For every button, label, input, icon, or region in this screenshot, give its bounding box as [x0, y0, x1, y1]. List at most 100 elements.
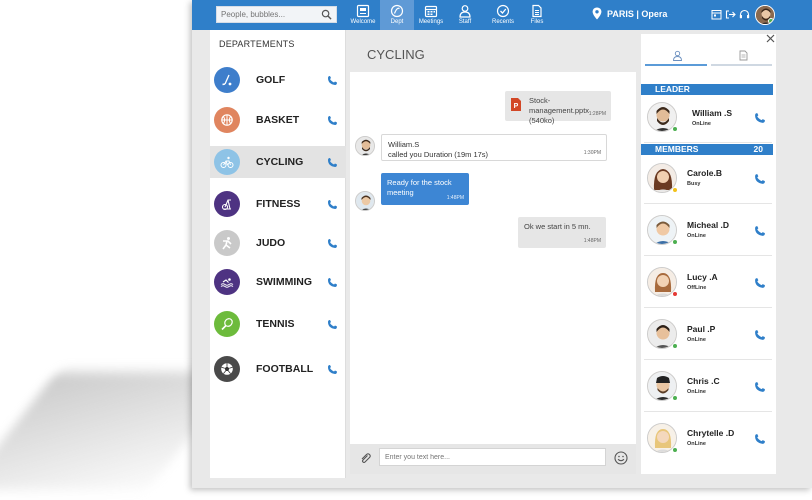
- phone-icon[interactable]: [327, 319, 338, 330]
- user-avatar[interactable]: [755, 5, 775, 25]
- nav-files[interactable]: Files: [520, 0, 554, 30]
- message-input[interactable]: [379, 448, 606, 466]
- member-lucy[interactable]: Lucy .A OffLine: [644, 260, 772, 308]
- phone-icon[interactable]: [327, 157, 338, 168]
- phone-icon[interactable]: [327, 199, 338, 210]
- search-icon[interactable]: [321, 9, 332, 20]
- dept-label-cycling: CYCLING: [256, 156, 304, 168]
- leader-section-header: LEADER: [641, 84, 773, 95]
- member-name: Lucy .A: [687, 272, 718, 282]
- emoji-icon[interactable]: [614, 451, 628, 465]
- message-incoming[interactable]: Ok we start in 5 mn. 1:48PM: [518, 217, 606, 248]
- staff-icon: [459, 5, 471, 18]
- phone-icon[interactable]: [754, 173, 766, 185]
- avatar: [355, 136, 375, 156]
- phone-icon[interactable]: [754, 381, 766, 393]
- message-call[interactable]: William.S called you Duration (19m 17s) …: [381, 134, 607, 161]
- members-panel: LEADER William .S OnLine MEMBERS 20 Caro…: [641, 34, 776, 474]
- cycling-icon: [214, 149, 240, 175]
- message-sender: William.S: [388, 140, 420, 149]
- phone-icon[interactable]: [754, 433, 766, 445]
- close-icon[interactable]: [766, 34, 775, 43]
- document-icon: [739, 50, 747, 61]
- welcome-icon: [356, 4, 370, 18]
- search-input[interactable]: [217, 7, 317, 22]
- nav-recents-label: Recents: [491, 19, 514, 25]
- dept-item-cycling[interactable]: CYCLING: [210, 146, 346, 178]
- nav-dept[interactable]: Dept: [380, 0, 414, 30]
- phone-icon[interactable]: [754, 225, 766, 237]
- nav-staff[interactable]: Staff: [448, 0, 482, 30]
- phone-icon[interactable]: [754, 112, 766, 124]
- chat-messages: P Stock-management.pptx (540ko) 1:28PM W…: [350, 72, 636, 444]
- members-section-header: MEMBERS 20: [641, 144, 773, 155]
- swimming-icon: [214, 269, 240, 295]
- member-carole[interactable]: Carole.B Busy: [644, 156, 772, 204]
- headset-icon[interactable]: [739, 9, 750, 20]
- status-dot: [672, 239, 678, 245]
- nav-welcome[interactable]: Welcome: [346, 0, 380, 30]
- status-dot: [672, 447, 678, 453]
- message-time: 1:30PM: [583, 150, 601, 156]
- user-icon: [672, 50, 682, 61]
- phone-icon[interactable]: [327, 277, 338, 288]
- powerpoint-file-icon: P: [511, 98, 521, 111]
- member-chris[interactable]: Chris .C OnLine: [644, 364, 772, 412]
- app-window: Welcome Dept Meetings Staff Recents File…: [192, 0, 812, 488]
- member-status: OnLine: [687, 441, 706, 447]
- nav-recents[interactable]: Recents: [486, 0, 520, 30]
- phone-icon[interactable]: [327, 115, 338, 126]
- dept-label-judo: JUDO: [256, 237, 286, 249]
- nav-welcome-label: Welcome: [350, 19, 376, 25]
- message-time: 1:48PM: [583, 238, 601, 244]
- member-name: Chris .C: [687, 376, 720, 386]
- member-name: Paul .P: [687, 324, 716, 334]
- location-pin-icon: [592, 7, 602, 20]
- recents-icon: [496, 4, 510, 18]
- phone-icon[interactable]: [754, 329, 766, 341]
- phone-icon[interactable]: [327, 75, 338, 86]
- status-dot: [672, 291, 678, 297]
- message-file[interactable]: P Stock-management.pptx (540ko) 1:28PM: [505, 91, 611, 125]
- nav-staff-label: Staff: [458, 19, 472, 25]
- dept-item-judo[interactable]: JUDO: [210, 227, 346, 259]
- member-leader[interactable]: William .S OnLine: [644, 95, 772, 143]
- tab-members-indicator: [645, 64, 707, 66]
- nav-meetings[interactable]: Meetings: [414, 0, 448, 30]
- member-name: Chrytelle .D: [687, 428, 735, 438]
- paperclip-icon[interactable]: [359, 452, 371, 464]
- member-micheal[interactable]: Micheal .D OnLine: [644, 208, 772, 256]
- departments-panel: DEPARTEMENTS GOLF BASKET CYCLING FITNESS: [210, 30, 346, 478]
- search-box[interactable]: [216, 6, 337, 23]
- member-name: Carole.B: [687, 168, 722, 178]
- dept-item-basket[interactable]: BASKET: [210, 104, 346, 136]
- nav-files-label: Files: [530, 19, 544, 25]
- logout-icon[interactable]: [725, 9, 736, 20]
- calendar-small-icon[interactable]: [711, 9, 722, 20]
- judo-icon: [214, 230, 240, 256]
- dept-item-fitness[interactable]: FITNESS: [210, 188, 346, 220]
- member-name: Micheal .D: [687, 220, 730, 230]
- message-time: 1:28PM: [588, 111, 606, 117]
- chat-title: CYCLING: [367, 47, 425, 62]
- dept-item-football[interactable]: FOOTBALL: [210, 353, 346, 385]
- svg-text:P: P: [514, 103, 519, 110]
- member-paul[interactable]: Paul .P OnLine: [644, 312, 772, 360]
- message-outgoing[interactable]: Ready for the stock meeting 1:48PM: [381, 173, 469, 205]
- dept-item-tennis[interactable]: TENNIS: [210, 308, 346, 340]
- status-dot: [672, 343, 678, 349]
- golf-icon: [214, 67, 240, 93]
- location-selector[interactable]: PARIS | Opera: [592, 7, 667, 20]
- members-label: MEMBERS: [655, 144, 699, 154]
- phone-icon[interactable]: [327, 364, 338, 375]
- phone-icon[interactable]: [327, 238, 338, 249]
- phone-icon[interactable]: [754, 277, 766, 289]
- message-text: called you Duration (19m 17s): [388, 150, 489, 159]
- basketball-icon: [214, 107, 240, 133]
- dept-item-golf[interactable]: GOLF: [210, 64, 346, 96]
- member-status: OnLine: [687, 389, 706, 395]
- member-status: OnLine: [687, 337, 706, 343]
- dept-item-swimming[interactable]: SWIMMING: [210, 266, 346, 298]
- member-chrytelle[interactable]: Chrytelle .D OnLine: [644, 416, 772, 464]
- member-status: OnLine: [692, 121, 711, 127]
